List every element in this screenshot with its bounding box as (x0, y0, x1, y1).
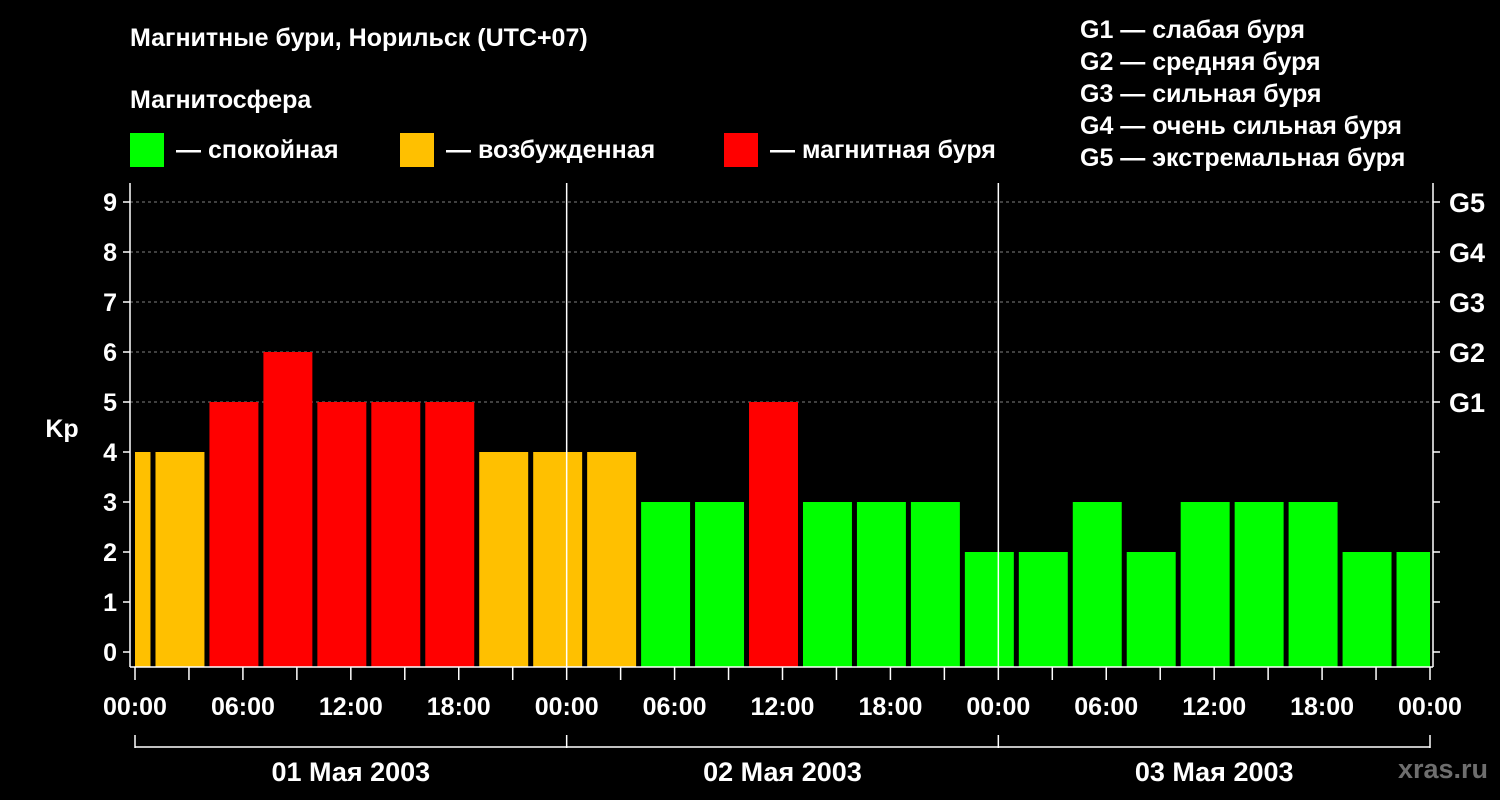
x-tick-label: 12:00 (1182, 693, 1246, 721)
kp-bar (641, 502, 691, 667)
y-tick-label: 8 (103, 239, 117, 267)
y-tick-label: 2 (103, 539, 117, 567)
kp-bar (533, 452, 583, 667)
kp-bar (135, 452, 151, 667)
kp-bar (749, 402, 798, 667)
x-tick-label: 18:00 (1290, 693, 1354, 721)
kp-bar-chart: 0 1 2 3 4 5 6 7 8 9 Kp G1 G2 G3 G4 G5 00:00 06:00 12:00 18:… (45, 183, 1485, 787)
y-tick-label: 6 (103, 339, 117, 367)
kp-bar (1288, 502, 1338, 667)
watermark: xras.ru (1397, 754, 1488, 784)
y-axis-label: Kp (45, 415, 78, 443)
x-tick-label: 06:00 (211, 693, 275, 721)
day-label: 02 Мая 2003 (703, 757, 862, 787)
kp-bar (1180, 502, 1230, 667)
x-tick-label: 06:00 (643, 693, 707, 721)
kp-bar (209, 402, 259, 667)
x-tick-label: 06:00 (1074, 693, 1138, 721)
kp-bar (856, 502, 906, 667)
y-tick-label: 3 (103, 489, 117, 517)
g-axis-label: G5 (1449, 188, 1485, 218)
kp-bar (695, 502, 745, 667)
kp-bar (1342, 552, 1392, 667)
y-tick-label: 0 (103, 639, 117, 667)
kp-bar (1234, 502, 1284, 667)
kp-bar (1072, 502, 1122, 667)
y-tick-label: 5 (103, 389, 117, 417)
x-tick-label: 00:00 (535, 693, 599, 721)
x-tick-label: 00:00 (103, 693, 167, 721)
kp-bar (425, 402, 475, 667)
x-tick-label: 00:00 (1398, 693, 1462, 721)
kp-bar (1126, 552, 1176, 667)
y-tick-label: 4 (103, 439, 117, 467)
x-tick-label: 18:00 (427, 693, 491, 721)
kp-bar (317, 402, 367, 667)
g-axis-label: G2 (1449, 338, 1485, 368)
kp-bar (263, 352, 313, 667)
x-tick-label: 00:00 (966, 693, 1030, 721)
y-tick-label: 1 (103, 589, 117, 617)
kp-bar (479, 452, 529, 667)
kp-bar (910, 502, 960, 667)
kp-bar (964, 552, 1014, 667)
g-axis-label: G3 (1449, 288, 1485, 318)
x-tick-label: 18:00 (858, 693, 922, 721)
kp-bar (1018, 552, 1068, 667)
kp-bar (1396, 552, 1430, 667)
kp-bar (587, 452, 637, 667)
kp-bar (371, 402, 421, 667)
kp-bar (802, 502, 852, 667)
y-tick-label: 9 (103, 189, 117, 217)
kp-bar (155, 452, 205, 667)
y-tick-label: 7 (103, 289, 117, 317)
day-label: 03 Мая 2003 (1135, 757, 1294, 787)
x-tick-label: 12:00 (751, 693, 815, 721)
day-label: 01 Мая 2003 (271, 757, 430, 787)
x-tick-label: 12:00 (319, 693, 383, 721)
g-axis-label: G4 (1449, 238, 1485, 268)
g-axis-label: G1 (1449, 388, 1485, 418)
